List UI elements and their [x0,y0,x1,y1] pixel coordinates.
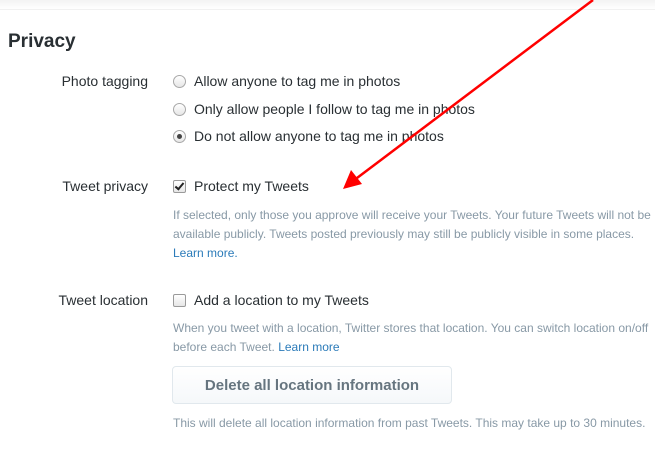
tweet-location-help: When you tweet with a location, Twitter … [173,319,651,357]
option-label: Allow anyone to tag me in photos [194,73,401,89]
section-title: Privacy [8,31,76,52]
top-edge [0,0,655,10]
radio-button[interactable] [173,102,186,116]
tweet-location-help-text: When you tweet with a location, Twitter … [173,321,649,354]
photo-tagging-option-following[interactable]: Only allow people I follow to tag me in … [173,100,475,118]
option-label: Only allow people I follow to tag me in … [194,101,475,117]
photo-tagging-option-nobody[interactable]: Do not allow anyone to tag me in photos [173,127,444,145]
arrow-head [343,170,362,189]
add-location-option[interactable]: Add a location to my Tweets [173,291,369,309]
privacy-settings-page: Privacy Photo tagging Allow anyone to ta… [0,0,655,456]
add-location-checkbox[interactable] [173,293,186,307]
tweet-privacy-help: If selected, only those you approve will… [173,206,651,263]
tweet-location-label: Tweet location [58,292,149,308]
tweet-privacy-help-text: If selected, only those you approve will… [173,208,651,241]
tweet-privacy-learn-more-link[interactable]: Learn more. [173,246,238,260]
delete-location-help: This will delete all location informatio… [173,416,646,430]
delete-location-button[interactable]: Delete all location information [172,366,452,404]
tweet-privacy-label: Tweet privacy [62,178,148,194]
radio-button[interactable] [173,74,186,88]
photo-tagging-option-anyone[interactable]: Allow anyone to tag me in photos [173,72,400,90]
add-location-label: Add a location to my Tweets [194,292,369,308]
protect-tweets-label: Protect my Tweets [194,178,309,194]
radio-button-selected[interactable] [173,129,186,143]
protect-tweets-checkbox[interactable] [173,179,186,193]
option-label: Do not allow anyone to tag me in photos [194,128,444,144]
protect-tweets-option[interactable]: Protect my Tweets [173,177,309,195]
tweet-location-learn-more-link[interactable]: Learn more [278,340,339,354]
photo-tagging-label: Photo tagging [61,73,148,89]
